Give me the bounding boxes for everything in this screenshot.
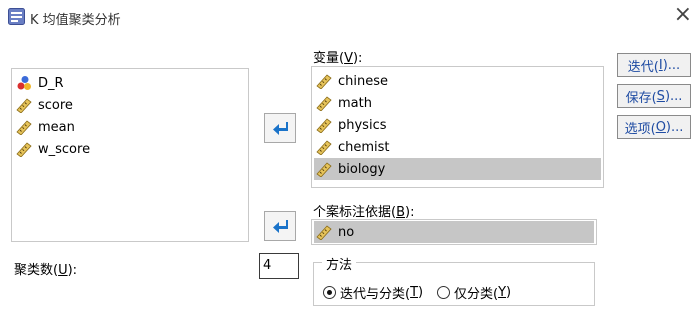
case-label-value: no — [338, 224, 355, 240]
options-button[interactable]: 选项(O)... — [617, 115, 691, 139]
radio-classify-only[interactable]: 仅分类(Y) — [437, 283, 511, 302]
list-item-label: math — [338, 95, 372, 111]
list-item[interactable]: D_R — [14, 72, 246, 94]
window-title: K 均值聚类分析 — [30, 13, 121, 28]
clusters-label: 聚类数(U): — [14, 263, 78, 278]
close-icon[interactable]: × — [674, 4, 692, 26]
list-item-label: biology — [338, 161, 386, 177]
list-item-label: mean — [38, 119, 75, 135]
list-item-label: physics — [338, 117, 387, 133]
list-item[interactable]: math — [314, 92, 601, 114]
case-label-item[interactable]: no — [314, 221, 594, 243]
nominal-variable-icon — [17, 76, 31, 90]
clusters-input[interactable]: 4 — [259, 253, 299, 279]
list-item[interactable]: physics — [314, 114, 601, 136]
ruler-scale-icon — [16, 142, 32, 157]
list-item[interactable]: mean — [14, 116, 246, 138]
title-bar: K 均值聚类分析 × — [0, 0, 700, 34]
list-item[interactable]: chemist — [314, 136, 601, 158]
move-to-case-label-button[interactable] — [264, 211, 296, 241]
variables-label: 变量(V): — [313, 51, 363, 66]
source-variable-list[interactable]: D_R score mean w_score — [11, 68, 249, 242]
list-item[interactable]: score — [14, 94, 246, 116]
move-to-variables-button[interactable] — [264, 113, 296, 143]
ruler-scale-icon — [16, 120, 32, 135]
app-icon — [8, 8, 25, 25]
list-item-label: chemist — [338, 139, 390, 155]
list-item-label: score — [38, 97, 73, 113]
ruler-scale-icon — [316, 118, 332, 133]
list-item-label: w_score — [38, 141, 91, 157]
ruler-scale-icon — [316, 225, 332, 240]
ruler-scale-icon — [16, 98, 32, 113]
save-button[interactable]: 保存(S)... — [617, 84, 691, 108]
case-label-label: 个案标注依据(B): — [313, 205, 415, 220]
arrow-left-icon — [273, 220, 288, 233]
ruler-scale-icon — [316, 96, 332, 111]
case-label-field[interactable]: no — [311, 219, 597, 245]
radio-checked-icon — [323, 286, 336, 299]
list-item-label: chinese — [338, 73, 389, 89]
list-item-label: D_R — [38, 75, 64, 91]
iterate-button[interactable]: 迭代(I)... — [617, 53, 691, 77]
list-item[interactable]: w_score — [14, 138, 246, 160]
method-legend: 方法 — [322, 254, 357, 273]
radio-unchecked-icon — [437, 286, 450, 299]
arrow-left-icon — [273, 122, 288, 135]
ruler-scale-icon — [316, 140, 332, 155]
radio-iterate-and-classify[interactable]: 迭代与分类(T) — [323, 283, 423, 302]
list-item[interactable]: chinese — [314, 70, 601, 92]
variables-list[interactable]: chinese math physics chemist biology — [311, 66, 604, 188]
ruler-scale-icon — [316, 162, 332, 177]
ruler-scale-icon — [316, 74, 332, 89]
list-item-selected[interactable]: biology — [314, 158, 601, 180]
